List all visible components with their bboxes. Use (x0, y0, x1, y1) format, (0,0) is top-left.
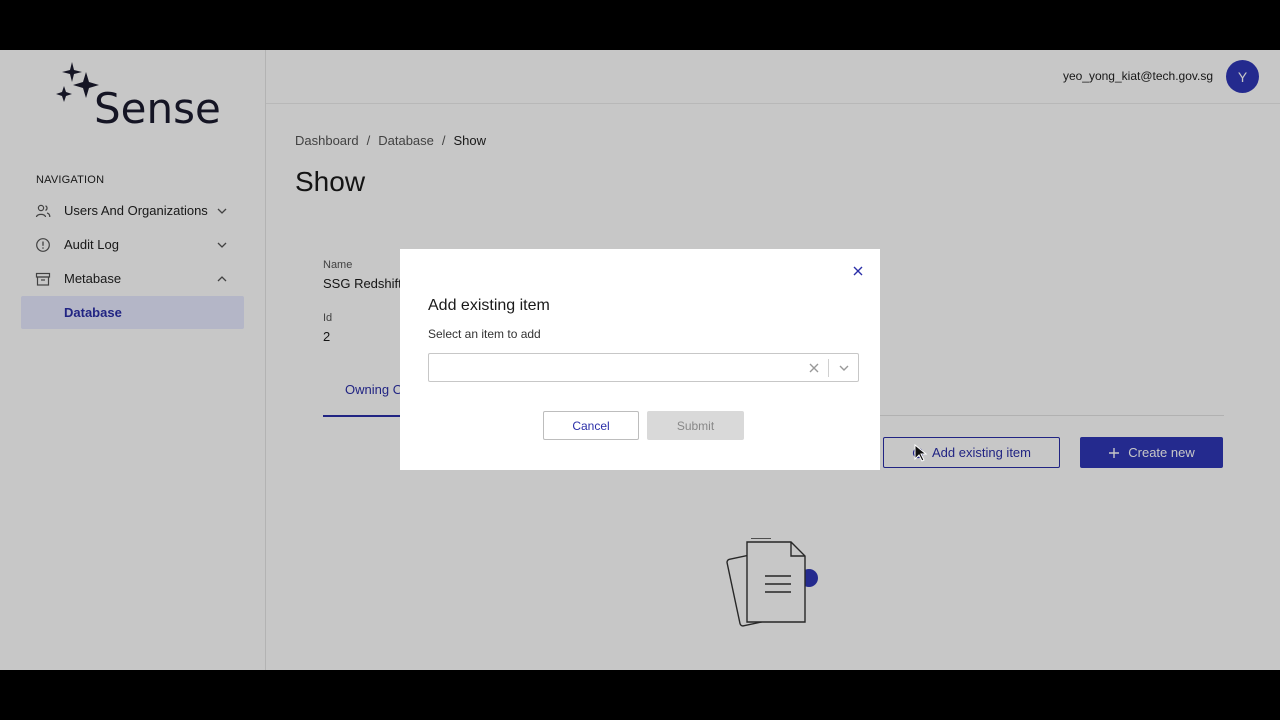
cancel-button[interactable]: Cancel (543, 411, 639, 440)
mouse-cursor-icon (914, 444, 928, 462)
chevron-down-icon[interactable] (837, 362, 851, 374)
submit-label: Submit (676, 418, 715, 433)
cancel-label: Cancel (572, 418, 610, 433)
close-icon[interactable] (851, 264, 865, 278)
clear-icon[interactable] (808, 362, 820, 374)
dialog-subtitle: Select an item to add (428, 327, 541, 341)
submit-button[interactable]: Submit (647, 411, 744, 440)
dialog-title: Add existing item (428, 297, 550, 314)
select-divider (828, 359, 829, 377)
item-select[interactable] (428, 353, 859, 382)
add-existing-item-dialog: Add existing item Select an item to add … (400, 249, 880, 470)
app-window: Sense NAVIGATION Users And Organizations… (0, 50, 1280, 670)
